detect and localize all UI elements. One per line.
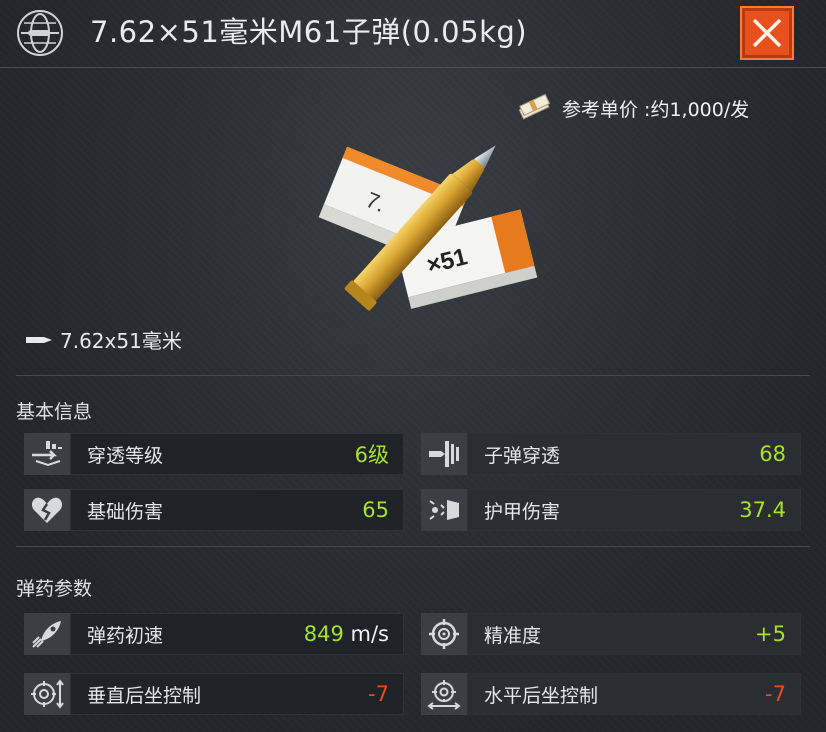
price-label: 参考单价 :约1,000/发	[562, 98, 750, 121]
header: 7.62×51毫米M61子弹(0.05kg)	[0, 0, 826, 68]
stat-label: 弹药初速	[87, 624, 164, 647]
divider	[16, 546, 810, 547]
stat-bullet-penetration: 子弹穿透 68	[421, 433, 801, 475]
section-title-basic-info: 基本信息	[16, 401, 93, 423]
stat-label: 护甲伤害	[484, 500, 561, 523]
stat-base-damage: 基础伤害 65	[24, 489, 404, 531]
velocity-number: 849	[303, 622, 344, 646]
close-button[interactable]	[740, 6, 794, 60]
stat-value: 37.4	[739, 498, 786, 522]
stat-value: 6级	[354, 443, 389, 467]
stat-value: -7	[765, 682, 786, 706]
rocket-icon	[24, 613, 70, 655]
stat-label: 垂直后坐控制	[87, 684, 202, 707]
stat-horizontal-recoil: 水平后坐控制 -7	[421, 673, 801, 715]
divider	[16, 375, 810, 376]
globe-icon	[17, 10, 63, 56]
close-icon	[752, 18, 782, 48]
broken-heart-icon	[24, 489, 70, 531]
vertical-recoil-icon	[24, 673, 70, 715]
reference-price: 参考单价 :约1,000/发	[516, 92, 749, 124]
stat-label: 基础伤害	[87, 500, 164, 523]
stat-value: 68	[759, 442, 786, 466]
armor-damage-icon	[421, 489, 467, 531]
stat-label: 精准度	[484, 624, 542, 647]
section-title-ammo-params: 弹药参数	[16, 578, 93, 600]
stat-penetration-level: 穿透等级 6级	[24, 433, 404, 475]
stat-label: 子弹穿透	[484, 444, 561, 467]
stat-value: 65	[362, 498, 389, 522]
ammo-image: 7. ×51	[318, 145, 538, 311]
bullet-penetration-icon	[421, 433, 467, 475]
penetration-level-icon	[24, 433, 70, 475]
stat-label: 穿透等级	[87, 444, 164, 467]
stat-label: 水平后坐控制	[484, 684, 599, 707]
crosshair-icon	[421, 613, 467, 655]
stat-vertical-recoil: 垂直后坐控制 -7	[24, 673, 404, 715]
stat-muzzle-velocity: 弹药初速 849 m/s	[24, 613, 404, 655]
caliber-label: 7.62x51毫米	[60, 329, 182, 353]
stat-armor-damage: 护甲伤害 37.4	[421, 489, 801, 531]
stat-accuracy: 精准度 +5	[421, 613, 801, 655]
stat-value: +5	[755, 622, 786, 646]
horizontal-recoil-icon	[421, 673, 467, 715]
page-title: 7.62×51毫米M61子弹(0.05kg)	[90, 15, 528, 49]
velocity-unit: m/s	[350, 622, 389, 646]
bullet-icon	[26, 336, 52, 343]
stat-value: -7	[368, 682, 389, 706]
stat-value: 849 m/s	[304, 622, 389, 646]
caliber-tag: 7.62x51毫米	[26, 325, 182, 354]
